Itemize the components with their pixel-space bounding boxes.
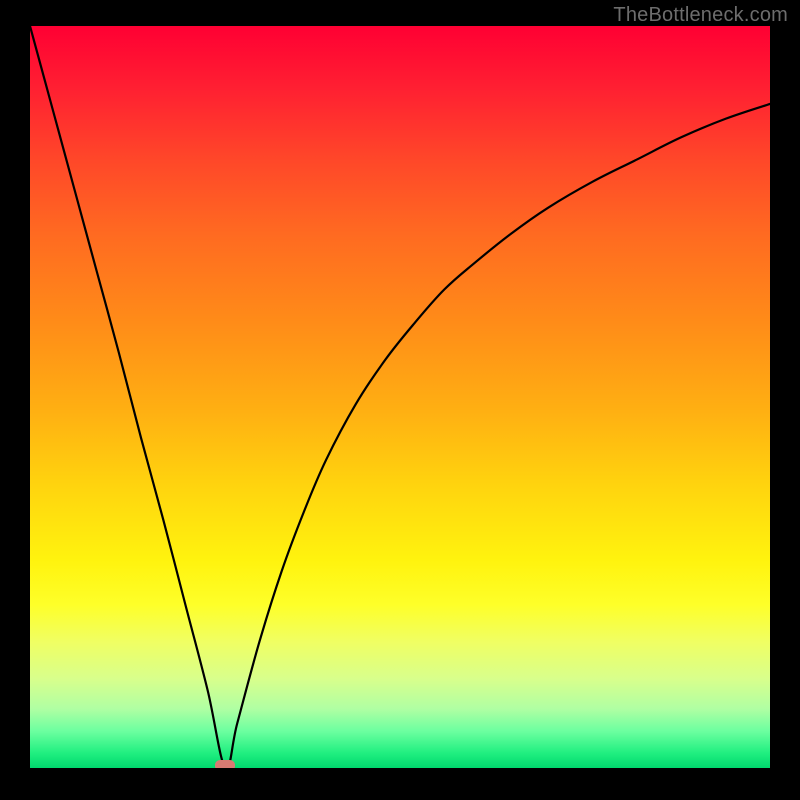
minimum-marker — [215, 760, 235, 768]
curve-path — [30, 26, 770, 768]
plot-area — [30, 26, 770, 768]
chart-frame: TheBottleneck.com — [0, 0, 800, 800]
bottleneck-curve — [30, 26, 770, 768]
watermark-text: TheBottleneck.com — [613, 4, 788, 27]
